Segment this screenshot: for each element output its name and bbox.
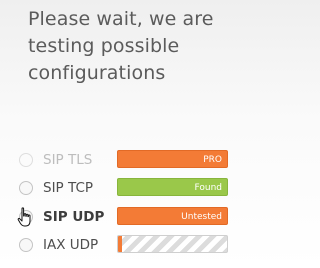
progress-fill-iax-udp [118, 236, 123, 252]
option-label-iax-udp: IAX UDP [43, 237, 99, 253]
option-iax-udp[interactable]: IAX UDP [0, 233, 259, 257]
option-sip-tls[interactable]: SIP TLS PRO [0, 148, 259, 172]
progress-bar-iax-udp [117, 235, 228, 253]
status-text-sip-udp: Untested [181, 212, 222, 222]
radio-sip-tls[interactable] [19, 153, 33, 167]
option-sip-tcp[interactable]: SIP TCP Found [0, 176, 259, 200]
status-text-sip-tls: PRO [203, 155, 222, 165]
option-label-sip-udp: SIP UDP [43, 209, 105, 225]
option-sip-udp[interactable]: SIP UDP Untested [0, 205, 259, 229]
status-bar-sip-udp: Untested [117, 207, 228, 225]
status-text-sip-tcp: Found [194, 183, 222, 193]
option-label-sip-tls: SIP TLS [43, 152, 93, 168]
radio-sip-tcp[interactable] [19, 181, 33, 195]
status-bar-sip-tls: PRO [117, 150, 228, 168]
page-title: Please wait, we are testing possible con… [28, 8, 214, 84]
status-bar-sip-tcp: Found [117, 178, 228, 196]
radio-iax-udp[interactable] [19, 238, 33, 252]
hand-pointer-icon [17, 207, 31, 227]
option-label-sip-tcp: SIP TCP [43, 180, 94, 196]
